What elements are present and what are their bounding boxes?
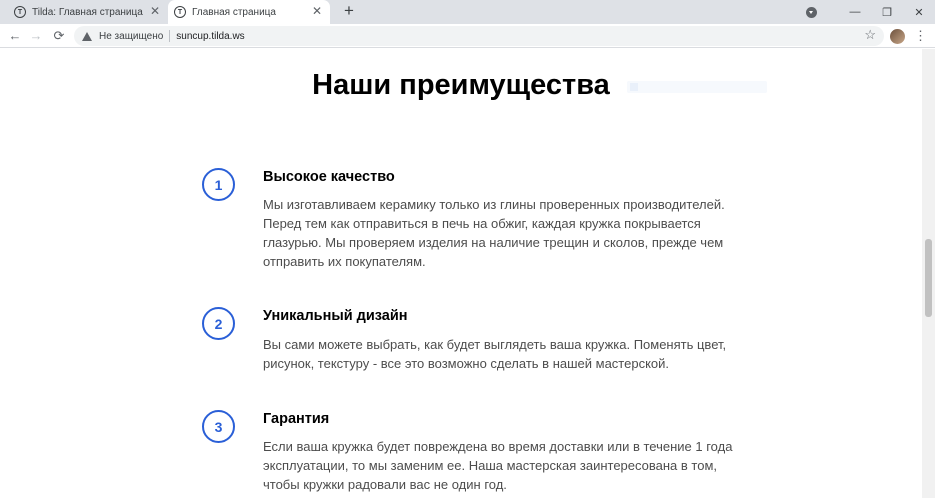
close-window-button[interactable]: ✕ bbox=[903, 6, 935, 19]
tilda-favicon-icon: T bbox=[14, 6, 26, 18]
tab-tilda-main[interactable]: T Tilda: Главная страница ✕ bbox=[8, 0, 168, 24]
security-label[interactable]: Не защищено bbox=[99, 31, 163, 42]
number-circle: 1 bbox=[202, 168, 235, 201]
tab-search-icon[interactable] bbox=[806, 6, 817, 18]
number-circle: 3 bbox=[202, 410, 235, 443]
feature-description: Вы сами можете выбрать, как будет выгляд… bbox=[263, 335, 727, 373]
page-viewport: Наши преимущества 1 Высокое качество Мы … bbox=[0, 49, 922, 498]
tab-title: Главная страница bbox=[192, 6, 276, 18]
description-line: эксплуатации, то мы заменим ее. Наша мас… bbox=[263, 458, 717, 473]
feature-title: Гарантия bbox=[263, 411, 330, 427]
tab-close-icon[interactable]: ✕ bbox=[310, 4, 324, 18]
description-line: Если ваша кружка будет повреждена во вре… bbox=[263, 439, 733, 454]
feature-title: Уникальный дизайн bbox=[263, 308, 408, 324]
warning-icon[interactable] bbox=[82, 31, 92, 41]
scrollbar-thumb[interactable] bbox=[925, 239, 932, 317]
forward-arrow-icon[interactable]: → bbox=[27, 27, 45, 45]
tab-title: Tilda: Главная страница bbox=[32, 6, 143, 18]
vertical-scrollbar[interactable] bbox=[922, 49, 935, 498]
feature-description: Мы изготавливаем керамику только из глин… bbox=[263, 195, 725, 271]
feature-title: Высокое качество bbox=[263, 169, 395, 185]
window-controls: — ❐ ✕ bbox=[806, 0, 935, 24]
browser-toolbar: ← → ⟳ Не защищено suncup.tilda.ws ☆ ⋮ bbox=[0, 24, 935, 48]
feature-description: Если ваша кружка будет повреждена во вре… bbox=[263, 437, 733, 494]
description-line: Перед тем как отправиться в печь на обжи… bbox=[263, 216, 701, 231]
kebab-menu-icon[interactable]: ⋮ bbox=[914, 27, 927, 45]
minimize-button[interactable]: — bbox=[839, 6, 871, 18]
description-line: рисунок, текстуру - все это возможно сде… bbox=[263, 356, 670, 371]
new-tab-button[interactable]: + bbox=[340, 2, 358, 20]
profile-avatar[interactable] bbox=[890, 29, 905, 44]
bookmark-star-icon[interactable]: ☆ bbox=[864, 27, 876, 43]
description-line: отправить их покупателям. bbox=[263, 254, 426, 269]
description-line: Мы изготавливаем керамику только из глин… bbox=[263, 197, 725, 212]
section-title: Наши преимущества bbox=[312, 69, 610, 101]
tab-main-page[interactable]: T Главная страница ✕ bbox=[168, 0, 330, 24]
url-text[interactable]: suncup.tilda.ws bbox=[176, 31, 244, 42]
description-line: Вы сами можете выбрать, как будет выгляд… bbox=[263, 337, 727, 352]
address-bar[interactable]: Не защищено suncup.tilda.ws ☆ bbox=[74, 26, 884, 46]
number-circle: 2 bbox=[202, 307, 235, 340]
restore-button[interactable]: ❐ bbox=[871, 6, 903, 19]
reload-icon[interactable]: ⟳ bbox=[50, 27, 68, 45]
tilda-favicon-icon: T bbox=[174, 6, 186, 18]
faint-badge bbox=[627, 81, 767, 93]
description-line: чтобы кружки радовали вас не один год. bbox=[263, 477, 507, 492]
back-arrow-icon[interactable]: ← bbox=[6, 27, 24, 45]
omnibox-divider bbox=[169, 30, 171, 42]
tab-strip: T Tilda: Главная страница ✕ T Главная ст… bbox=[0, 0, 935, 24]
description-line: глазурью. Мы проверяем изделия на наличи… bbox=[263, 235, 724, 250]
tab-close-icon[interactable]: ✕ bbox=[148, 4, 162, 18]
